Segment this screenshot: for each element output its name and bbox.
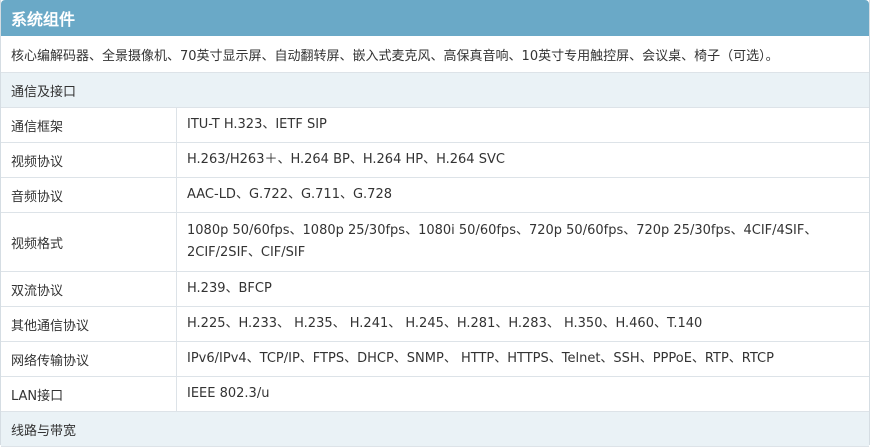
- spec-label: 通信框架: [1, 108, 177, 143]
- spec-value: H.225、H.233、 H.235、 H.241、 H.245、H.281、H…: [176, 306, 869, 342]
- spec-value: H.263/H263＋、H.264 BP、H.264 HP、H.264 SVC: [176, 142, 869, 178]
- spec-label: 其他通信协议: [1, 306, 177, 342]
- spec-panel: 系统组件 核心编解码器、全景摄像机、70英寸显示屏、自动翻转屏、嵌入式麦克风、高…: [0, 0, 870, 447]
- table-row: 其他通信协议 H.225、H.233、 H.235、 H.241、 H.245、…: [1, 306, 869, 342]
- table-row: LAN接口 IEEE 802.3/u: [1, 376, 869, 412]
- table-row: 网络传输协议 IPv6/IPv4、TCP/IP、FTPS、DHCP、SNMP、 …: [1, 341, 869, 377]
- spec-label: 视频格式: [1, 212, 177, 272]
- table-row: 双流协议 H.239、BFCP: [1, 271, 869, 307]
- spec-value: 1080p 50/60fps、1080p 25/30fps、1080i 50/6…: [176, 212, 869, 272]
- spec-label: 双流协议: [1, 271, 177, 307]
- spec-table: 通信框架 ITU-T H.323、IETF SIP 视频协议 H.263/H26…: [1, 108, 869, 412]
- spec-value: IEEE 802.3/u: [176, 376, 869, 412]
- table-row: 视频协议 H.263/H263＋、H.264 BP、H.264 HP、H.264…: [1, 142, 869, 178]
- spec-label: 网络传输协议: [1, 341, 177, 377]
- section-heading-comm: 通信及接口: [1, 73, 869, 108]
- spec-value: IPv6/IPv4、TCP/IP、FTPS、DHCP、SNMP、 HTTP、HT…: [176, 341, 869, 377]
- spec-value: H.239、BFCP: [176, 271, 869, 307]
- spec-label: LAN接口: [1, 376, 177, 412]
- system-components-text: 核心编解码器、全景摄像机、70英寸显示屏、自动翻转屏、嵌入式麦克风、高保真音响、…: [1, 36, 869, 73]
- spec-value: AAC-LD、G.722、G.711、G.728: [176, 177, 869, 213]
- table-row: 音频协议 AAC-LD、G.722、G.711、G.728: [1, 177, 869, 213]
- panel-title: 系统组件: [1, 0, 869, 36]
- section-heading-bandwidth: 线路与带宽: [1, 412, 869, 447]
- table-row: 通信框架 ITU-T H.323、IETF SIP: [1, 108, 869, 143]
- spec-label: 音频协议: [1, 177, 177, 213]
- spec-value: ITU-T H.323、IETF SIP: [176, 108, 869, 143]
- spec-label: 视频协议: [1, 142, 177, 178]
- table-row: 视频格式 1080p 50/60fps、1080p 25/30fps、1080i…: [1, 212, 869, 272]
